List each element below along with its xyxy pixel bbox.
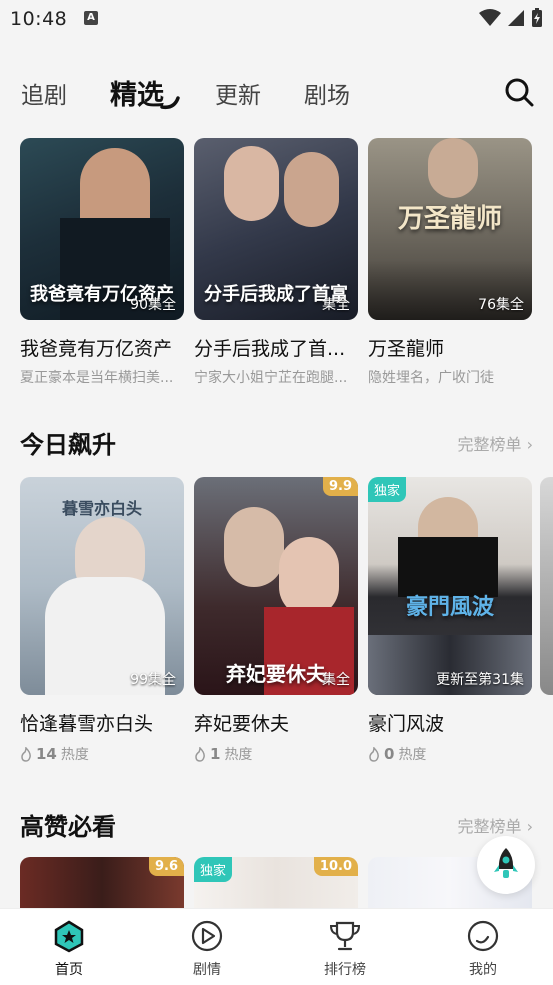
section-title-rising: 今日飙升 [20,431,116,459]
section-title-recommended: 高赞必看 [20,813,116,841]
featured-row: 我爸竟有万亿资产 90集全 我爸竟有万亿资产 夏正豪本是当年横扫美... 分手后… [20,138,532,387]
poster-title: 豪門風波 [405,594,494,620]
heat-info: 0 热度 [368,744,532,764]
drama-title: 豪门风波 [368,713,445,735]
drama-title: 恰逢暮雪亦白头 [20,713,154,735]
exclusive-badge: 独家 [368,477,407,502]
rising-row: 暮雪亦白头 99集全 恰逢暮雪亦白头 14 热度 9.9 弃妃要休夫 集全 弃妃… [20,477,532,764]
accessibility-icon: A [84,11,98,25]
flame-icon [21,746,31,762]
score-badge: 10.0 [313,857,358,876]
tab-active-indicator [160,96,180,110]
tab-follow[interactable]: 追剧 [21,76,67,110]
drama-card[interactable]: 分手后我成了首富 集全 分手后我成了首... 宁家大小姐宁芷在跑腿... [194,138,358,387]
nav-drama[interactable]: 剧情 [167,919,247,979]
poster-title: 万圣龍师 [397,204,502,234]
status-bar: 10:48 A [0,0,553,38]
tab-updates[interactable]: 更新 [215,76,261,110]
top-tabs: 追剧 精选 更新 剧场 [0,66,553,122]
status-icons [479,8,543,28]
rocket-icon [494,848,518,878]
flame-icon [195,746,205,762]
drama-card[interactable]: 万圣龍师 76集全 万圣龍师 隐姓埋名，广收门徒 [368,138,532,387]
episode-count: 集全 [322,297,350,313]
profile-icon [467,920,499,952]
episode-count: 90集全 [130,297,176,313]
drama-title: 我爸竟有万亿资产 [20,338,173,360]
drama-poster[interactable]: 9.9 弃妃要休夫 集全 [194,477,358,695]
full-ranking-label: 完整榜单 [457,435,522,454]
poster-figure [279,537,339,617]
nav-label: 我的 [469,962,497,978]
battery-icon [532,8,542,27]
flame-icon [369,746,379,762]
bottom-nav: 首页 剧情 排行榜 我的 [0,908,553,985]
poster-figure [398,537,498,597]
poster-figure [224,507,284,587]
heat-label: 热度 [224,747,253,763]
poster-figure [428,138,478,198]
full-ranking-link[interactable]: 完整榜单 › [457,813,533,837]
heat-value: 0 [384,745,395,763]
heat-info: 14 热度 [20,744,184,764]
nav-label: 剧情 [193,962,221,978]
nav-label: 首页 [55,962,83,978]
home-star-icon [54,920,84,953]
heat-value: 1 [210,745,221,763]
status-time: 10:48 [10,8,68,30]
poster-title: 暮雪亦白头 [61,499,142,518]
trophy-icon [329,921,361,951]
chevron-right-icon: › [526,435,533,454]
score-badge: 9.9 [322,477,358,496]
full-ranking-link[interactable]: 完整榜单 › [457,431,533,455]
boost-button[interactable] [477,836,535,894]
signal-icon [508,10,524,26]
play-circle-icon [191,920,223,952]
drama-title: 万圣龍师 [368,338,445,360]
drama-card[interactable]: 9.9 弃妃要休夫 集全 弃妃要休夫 1 热度 [194,477,358,764]
drama-title: 弃妃要休夫 [194,713,290,735]
drama-poster[interactable]: 我爸竟有万亿资产 90集全 [20,138,184,320]
heat-value: 14 [36,745,57,763]
heat-info: 1 热度 [194,744,358,764]
poster-figure [284,152,339,227]
search-icon[interactable] [503,76,535,108]
drama-card[interactable]: 独家 豪門風波 更新至第31集 豪门风波 0 热度 [368,477,532,764]
drama-description: 宁家大小姐宁芷在跑腿... [194,370,348,386]
drama-card[interactable]: 暮雪亦白头 99集全 恰逢暮雪亦白头 14 热度 [20,477,184,764]
chevron-right-icon: › [526,817,533,836]
nav-ranking[interactable]: 排行榜 [305,919,385,979]
episode-count: 集全 [322,672,350,688]
poster-figure [224,146,279,221]
drama-poster[interactable]: 分手后我成了首富 集全 [194,138,358,320]
nav-home[interactable]: 首页 [29,919,109,979]
heat-label: 热度 [398,747,427,763]
episode-count: 更新至第31集 [436,672,524,688]
drama-title: 分手后我成了首... [194,338,346,360]
tab-theater[interactable]: 剧场 [304,76,350,110]
full-ranking-label: 完整榜单 [457,817,522,836]
wifi-icon [479,9,501,26]
nav-profile[interactable]: 我的 [443,919,523,979]
exclusive-badge: 独家 [194,857,233,882]
drama-card[interactable]: 我爸竟有万亿资产 90集全 我爸竟有万亿资产 夏正豪本是当年横扫美... [20,138,184,387]
drama-description: 隐姓埋名，广收门徒 [368,370,494,386]
nav-label: 排行榜 [324,962,366,978]
drama-description: 夏正豪本是当年横扫美... [20,370,174,386]
heat-label: 热度 [60,747,89,763]
next-card-peek[interactable] [540,477,553,695]
tab-featured[interactable]: 精选 [110,73,164,112]
drama-poster[interactable]: 暮雪亦白头 99集全 [20,477,184,695]
episode-count: 76集全 [478,297,524,313]
score-badge: 9.6 [148,857,184,876]
drama-poster[interactable]: 万圣龍师 76集全 [368,138,532,320]
drama-poster[interactable]: 独家 豪門風波 更新至第31集 [368,477,532,695]
episode-count: 99集全 [130,672,176,688]
